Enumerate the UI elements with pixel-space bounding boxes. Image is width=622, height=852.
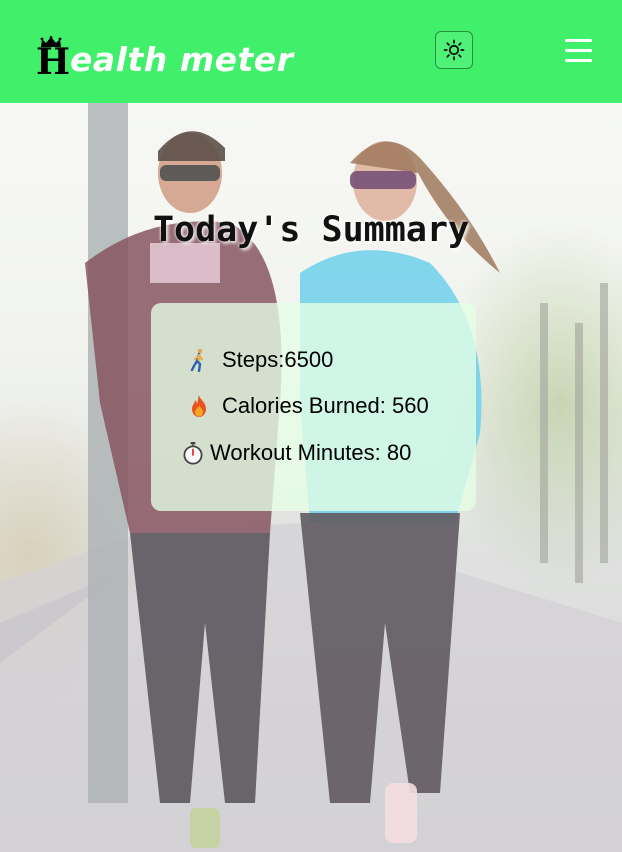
logo-initial-wrap: H bbox=[36, 36, 71, 83]
theme-toggle-button[interactable] bbox=[435, 31, 473, 69]
stat-calories-label: Calories Burned: 560 bbox=[222, 393, 429, 418]
stopwatch-icon bbox=[183, 442, 203, 465]
stat-workout: Workout Minutes: 80 bbox=[181, 440, 411, 466]
summary-card: Steps:6500 Calories Burned: 560 Workout … bbox=[151, 303, 476, 511]
page: H ealth meter Today's Summary Steps:6500… bbox=[0, 0, 622, 852]
walking-person-icon bbox=[190, 348, 203, 372]
sun-icon bbox=[443, 39, 465, 61]
stat-calories: Calories Burned: 560 bbox=[187, 393, 429, 419]
hamburger-menu-icon-middle bbox=[565, 49, 592, 52]
hamburger-menu-icon bbox=[565, 39, 592, 42]
hamburger-menu-icon-bottom bbox=[565, 59, 592, 62]
logo-initial: H bbox=[36, 41, 71, 83]
summary-title: Today's Summary bbox=[152, 210, 470, 250]
stat-steps-label: Steps:6500 bbox=[222, 347, 334, 372]
brand-logo[interactable]: H ealth meter bbox=[36, 30, 293, 80]
hamburger-menu-button[interactable] bbox=[565, 38, 593, 64]
logo-text: ealth meter bbox=[70, 40, 294, 79]
stat-steps: Steps:6500 bbox=[187, 347, 333, 373]
stat-workout-label: Workout Minutes: 80 bbox=[210, 440, 412, 465]
fire-icon bbox=[192, 395, 206, 417]
top-navbar: H ealth meter bbox=[0, 0, 622, 103]
